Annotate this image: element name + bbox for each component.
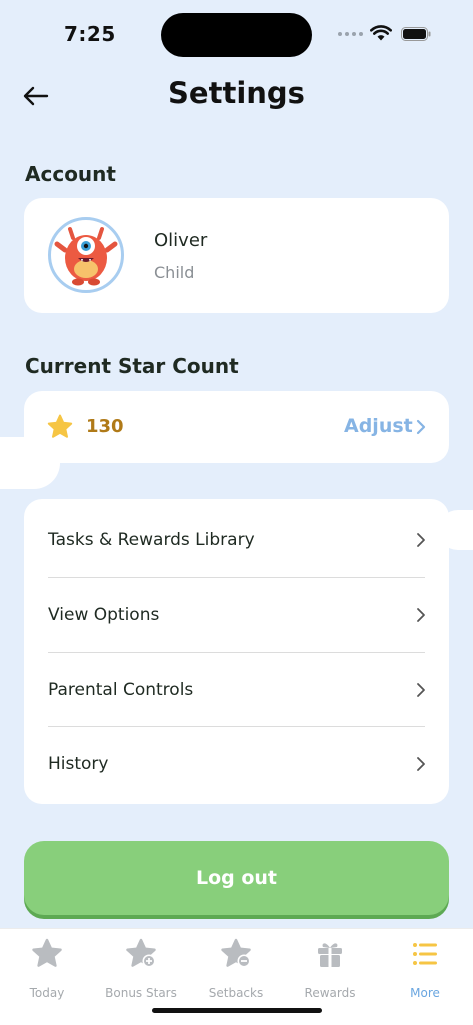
page-title: Settings xyxy=(168,76,305,110)
tab-rewards[interactable]: Rewards xyxy=(283,934,377,1004)
setback-star-icon xyxy=(221,938,251,968)
wifi-icon xyxy=(370,25,392,41)
child-name: Oliver xyxy=(154,230,208,251)
home-indicator xyxy=(152,1008,322,1013)
gift-icon xyxy=(318,943,342,967)
avatar xyxy=(48,217,124,293)
logout-button[interactable]: Log out xyxy=(24,841,449,915)
account-section-title: Account xyxy=(25,162,116,186)
tab-label: Setbacks xyxy=(208,986,264,1000)
tab-label: Rewards xyxy=(304,986,356,1000)
tab-label: Bonus Stars xyxy=(105,986,177,1000)
monster-avatar-icon xyxy=(54,227,118,286)
tab-setbacks[interactable]: Setbacks xyxy=(189,934,283,1004)
menu-item-view-options[interactable]: View Options xyxy=(24,578,449,652)
tab-label: Today xyxy=(29,986,65,1000)
menu-item-label: History xyxy=(48,754,109,774)
chevron-right-icon xyxy=(416,419,426,435)
menu-icon xyxy=(413,943,437,965)
menu-item-label: View Options xyxy=(48,605,160,625)
tab-more[interactable]: More xyxy=(378,934,472,1004)
menu-item-history[interactable]: History xyxy=(24,727,449,801)
star-count-value: 130 xyxy=(86,416,124,437)
tab-bonus-stars[interactable]: Bonus Stars xyxy=(94,934,188,1004)
chevron-right-icon xyxy=(417,608,425,622)
star-icon xyxy=(47,414,73,438)
menu-item-label: Tasks & Rewards Library xyxy=(48,530,255,550)
adjust-button[interactable]: Adjust xyxy=(344,415,413,437)
logout-label: Log out xyxy=(195,867,278,889)
status-time: 7:25 xyxy=(64,22,116,46)
tab-label: More xyxy=(410,986,440,1000)
menu-item-tasks-rewards-library[interactable]: Tasks & Rewards Library xyxy=(24,503,449,577)
battery-icon xyxy=(401,27,431,41)
star-icon xyxy=(32,938,62,967)
dynamic-island xyxy=(161,13,312,57)
cellular-signal-icon xyxy=(338,32,363,36)
star-count-section-title: Current Star Count xyxy=(25,354,239,378)
bonus-star-icon xyxy=(126,938,156,968)
chevron-right-icon xyxy=(417,533,425,547)
menu-item-parental-controls[interactable]: Parental Controls xyxy=(24,653,449,727)
chevron-right-icon xyxy=(417,683,425,697)
menu-item-label: Parental Controls xyxy=(48,680,194,700)
chevron-right-icon xyxy=(417,757,425,771)
tab-today[interactable]: Today xyxy=(0,934,94,1004)
child-role: Child xyxy=(154,263,195,282)
